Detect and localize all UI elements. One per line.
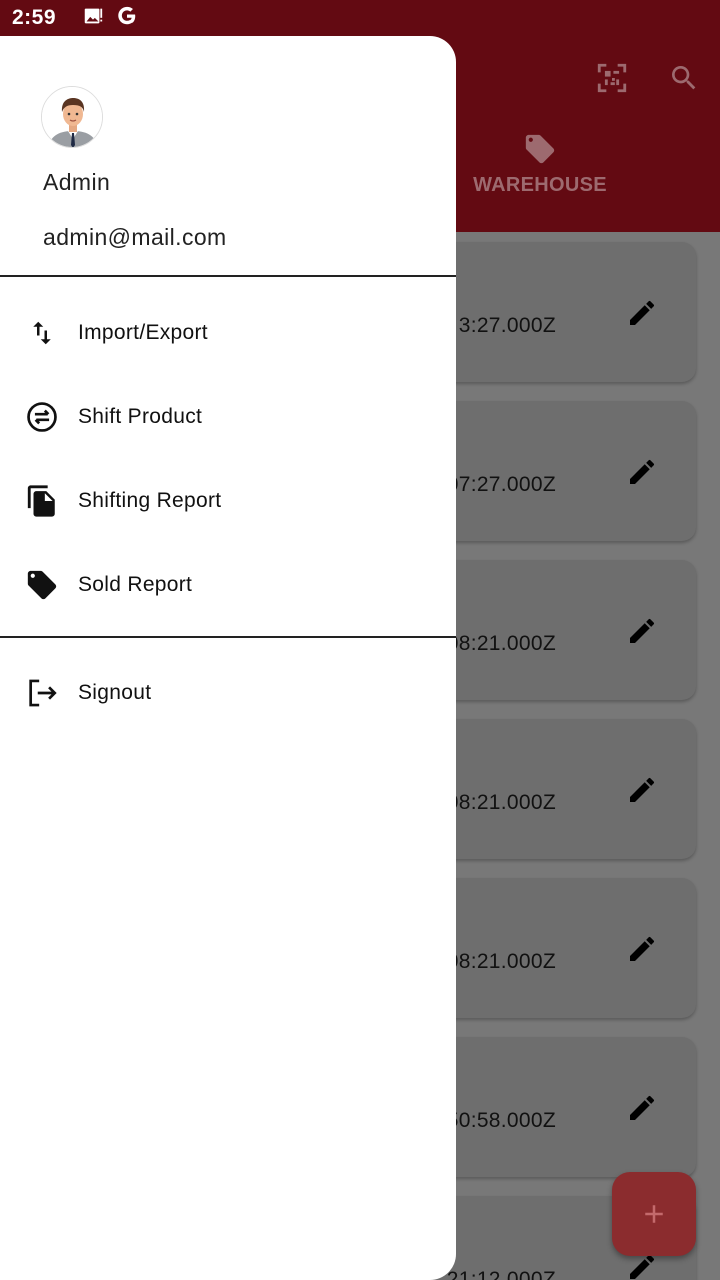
menu-item-import-export[interactable]: Import/Export xyxy=(0,291,456,375)
item-timestamp: 08:21.000Z xyxy=(446,632,556,655)
menu-item-label: Import/Export xyxy=(78,321,208,344)
tab-warehouse[interactable]: WAREHOUSE xyxy=(456,132,624,232)
item-timestamp: 08:21.000Z xyxy=(446,791,556,814)
item-timestamp: 21:12.000Z xyxy=(446,1268,556,1280)
item-timestamp: 07:27.000Z xyxy=(446,473,556,496)
qr-code-icon xyxy=(597,63,627,93)
menu-item-shift-product[interactable]: Shift Product xyxy=(0,375,456,459)
edit-icon[interactable] xyxy=(626,933,658,965)
image-notification-icon xyxy=(82,5,104,32)
status-icons xyxy=(82,5,138,32)
menu-item-sold-report[interactable]: Sold Report xyxy=(0,543,456,627)
tab-warehouse-label: WAREHOUSE xyxy=(473,174,607,196)
item-timestamp: 50:58.000Z xyxy=(446,1109,556,1132)
menu-item-label: Shift Product xyxy=(78,405,203,428)
plus-icon xyxy=(645,1205,663,1223)
edit-icon[interactable] xyxy=(626,456,658,488)
qr-scan-button[interactable] xyxy=(590,56,634,100)
divider xyxy=(0,636,456,638)
logout-icon xyxy=(24,675,60,711)
navigation-drawer: Admin admin@mail.com Import/Export Shift… xyxy=(0,36,456,1280)
menu-item-label: Shifting Report xyxy=(78,489,222,512)
divider xyxy=(0,275,456,277)
search-button[interactable] xyxy=(662,56,706,100)
menu-item-label: Signout xyxy=(78,681,152,704)
file-copy-icon xyxy=(24,483,60,519)
avatar xyxy=(41,86,103,148)
add-fab-button[interactable] xyxy=(612,1172,696,1256)
import-export-icon xyxy=(24,315,60,351)
user-name: Admin xyxy=(43,169,111,195)
status-time: 2:59 xyxy=(12,6,57,29)
google-icon xyxy=(116,5,138,32)
user-email: admin@mail.com xyxy=(43,224,227,250)
edit-icon[interactable] xyxy=(626,297,658,329)
search-icon xyxy=(672,66,696,90)
status-bar: 2:59 xyxy=(0,0,720,36)
tag-icon xyxy=(525,134,555,164)
edit-icon[interactable] xyxy=(626,774,658,806)
shift-arrows-icon xyxy=(24,399,60,435)
tag-icon xyxy=(24,567,60,603)
user-avatar-icon xyxy=(42,87,102,147)
menu-item-label: Sold Report xyxy=(78,573,193,596)
menu-item-signout[interactable]: Signout xyxy=(0,651,456,735)
edit-icon[interactable] xyxy=(626,615,658,647)
edit-icon[interactable] xyxy=(626,1092,658,1124)
item-timestamp: 3:27.000Z xyxy=(458,314,556,337)
menu-item-shifting-report[interactable]: Shifting Report xyxy=(0,459,456,543)
item-timestamp: 08:21.000Z xyxy=(446,950,556,973)
